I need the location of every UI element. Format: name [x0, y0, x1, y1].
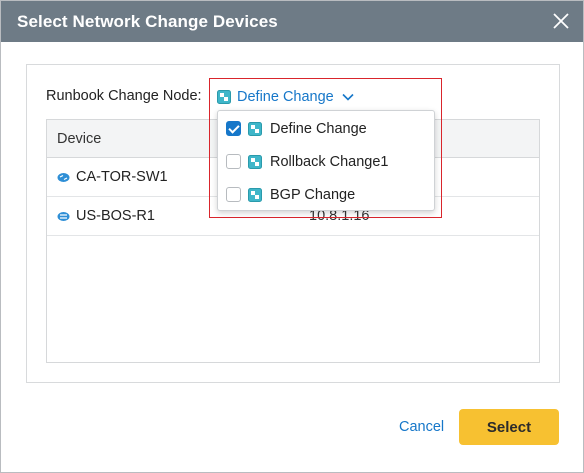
device-cell: CA-TOR-SW1	[57, 169, 168, 185]
device-cell: US-BOS-R1	[57, 208, 155, 224]
chevron-down-icon	[342, 93, 354, 101]
checkbox[interactable]	[226, 154, 241, 169]
change-node-icon	[217, 90, 231, 104]
change-node-icon	[248, 187, 262, 202]
menu-item-bgp-change[interactable]: BGP Change	[218, 178, 434, 211]
change-node-icon	[248, 154, 262, 169]
router-icon	[57, 211, 70, 221]
runbook-node-dropdown[interactable]: Define Change	[217, 87, 354, 107]
runbook-node-label: Runbook Change Node:	[46, 88, 202, 104]
runbook-node-selected: Define Change	[237, 89, 334, 105]
menu-item-label: BGP Change	[270, 186, 356, 203]
checkbox-checked[interactable]	[226, 121, 241, 136]
change-node-icon	[248, 121, 262, 136]
menu-item-define-change[interactable]: Define Change	[218, 112, 434, 145]
column-header-device: Device	[57, 131, 102, 147]
menu-item-label: Rollback Change1	[270, 153, 389, 170]
switch-icon	[57, 172, 70, 182]
menu-item-rollback-change1[interactable]: Rollback Change1	[218, 145, 434, 178]
checkbox[interactable]	[226, 187, 241, 202]
select-devices-dialog: Select Network Change Devices Runbook Ch…	[0, 0, 584, 473]
device-name: US-BOS-R1	[76, 208, 155, 224]
dialog-titlebar: Select Network Change Devices	[1, 1, 583, 42]
cancel-button[interactable]: Cancel	[399, 419, 444, 435]
runbook-node-menu: Define Change Rollback Change1 BGP Chang…	[217, 110, 435, 211]
menu-item-label: Define Change	[270, 120, 367, 137]
close-icon[interactable]	[549, 9, 573, 33]
select-button[interactable]: Select	[459, 409, 559, 445]
device-name: CA-TOR-SW1	[76, 169, 168, 185]
dialog-title: Select Network Change Devices	[17, 12, 278, 31]
